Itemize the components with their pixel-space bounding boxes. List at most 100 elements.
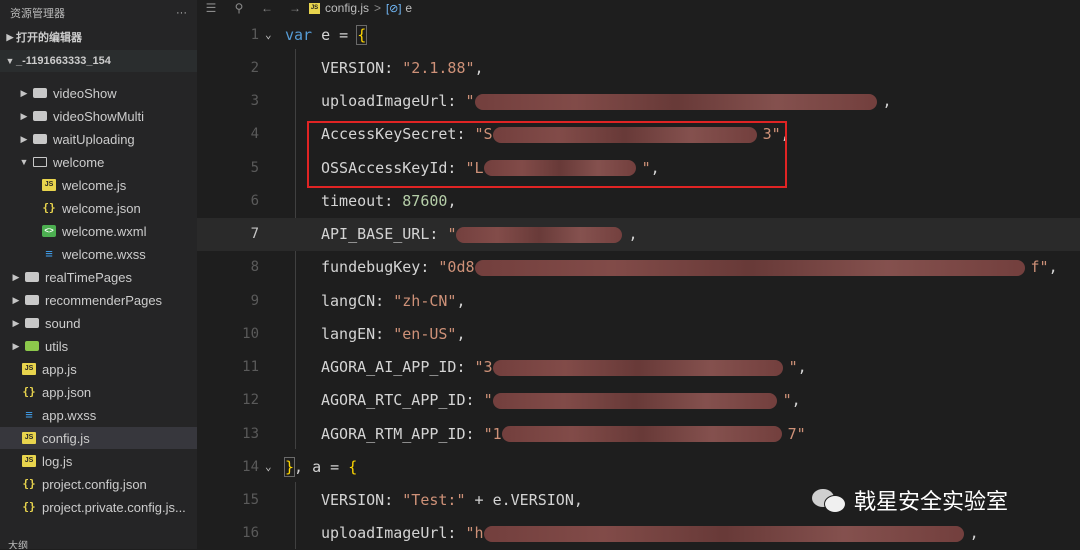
tree-item[interactable]: JS config.js (0, 427, 197, 449)
tree-item[interactable]: ▶ sound (0, 312, 197, 334)
fold-chevron-icon[interactable]: ⌄ (265, 28, 272, 41)
outline-label: 大纲 (8, 541, 28, 549)
code-line[interactable]: 14 ⌄}, a = { (197, 450, 1080, 483)
code-editor[interactable]: 1 ⌄ var e = {2 VERSION: "2.1.88", 3 uploadIma… (197, 16, 1080, 549)
tree-item[interactable]: ▶ videoShowMulti (0, 105, 197, 127)
back-arrow-icon[interactable]: ← (253, 1, 281, 15)
forward-arrow-icon[interactable]: → (281, 1, 309, 15)
tree-item[interactable]: JS welcome.js (0, 174, 197, 196)
tree-item[interactable]: ≡ app.wxss (0, 404, 197, 426)
outline-section[interactable]: 大纲 (0, 537, 197, 549)
punctuation: , (456, 324, 466, 343)
breadcrumb-file[interactable]: config.js (325, 1, 369, 15)
tree-item[interactable]: ▼ welcome (0, 151, 197, 173)
line-number: 1 (250, 26, 259, 43)
tree-item[interactable]: JS app.js (0, 358, 197, 380)
property-key: API_BASE_URL: (321, 225, 448, 243)
line-number: 11 (242, 359, 259, 375)
wxss-file-icon: ≡ (45, 246, 53, 261)
line-number: 3 (250, 93, 259, 109)
tree-item[interactable]: {} project.config.json (0, 473, 197, 495)
code-line[interactable]: 7 API_BASE_URL: ", (197, 217, 1080, 251)
watermark: 戟星安全实验室 (812, 480, 1008, 520)
tree-item-label: waitUploading (53, 131, 135, 147)
tree-item[interactable]: ▶ waitUploading (0, 128, 197, 150)
tree-item-label: welcome.json (62, 200, 141, 216)
tree-item[interactable]: ≡ welcome.wxss (0, 243, 197, 265)
tree-item[interactable]: JS log.js (0, 450, 197, 472)
line-number: 4 (250, 126, 259, 143)
property-key: VERSION: (321, 58, 403, 77)
code-line[interactable]: 9 langCN: "zh-CN", (197, 284, 1080, 317)
property-value: " (465, 92, 475, 110)
tree-item-label: project.private.config.js... (42, 499, 186, 515)
code-line[interactable]: 10 langEN: "en-US", (197, 317, 1080, 350)
line-number: 16 (242, 525, 259, 542)
tree-item-label: welcome (53, 154, 105, 170)
keyword: var (285, 25, 313, 44)
property-value: "Test:" (402, 491, 466, 509)
tree-item[interactable]: ▶ recommenderPages (0, 289, 197, 311)
tree-item[interactable]: ▶ realTimePages (0, 266, 197, 288)
tree-item-label: app.json (42, 384, 92, 400)
code-text: }, a = { (283, 456, 357, 477)
tree-item[interactable]: {} project.private.config.js... (0, 496, 197, 518)
property-value-end: " (782, 391, 792, 410)
line-number: 13 (242, 425, 259, 442)
brace: { (356, 24, 368, 45)
redaction-blur (483, 525, 964, 542)
redaction-blur (474, 93, 877, 110)
list-icon[interactable]: ☰ (197, 1, 225, 15)
code-line[interactable]: 6 timeout: 87600, (197, 184, 1080, 217)
code-line[interactable]: 2 VERSION: "2.1.88", (197, 51, 1080, 84)
chevron-down-icon: ▼ (19, 157, 29, 167)
property-key: AGORA_RTM_APP_ID: (321, 424, 484, 443)
more-actions-icon[interactable]: ··· (176, 7, 187, 19)
chevron-right-icon: ▶ (12, 294, 20, 305)
project-root[interactable]: ▼ _-1191663333_154 (0, 50, 197, 72)
tree-item-label: app.wxss (42, 407, 97, 423)
tree-item-label: project.config.json (42, 476, 147, 492)
wxml-file-icon: <> (42, 225, 56, 237)
line-number: 9 (250, 292, 259, 309)
tree-item[interactable]: {} welcome.json (0, 197, 197, 219)
open-editors-section[interactable]: ▶ 打开的编辑器 (0, 26, 197, 48)
tree-item-label: welcome.js (62, 177, 127, 193)
bookmark-icon[interactable]: ⚲ (225, 1, 253, 15)
tree-item-label: utils (45, 338, 69, 354)
wxss-file-icon: ≡ (25, 407, 33, 422)
chevron-right-icon: ▶ (20, 110, 28, 121)
breadcrumb-symbol[interactable]: e (405, 1, 412, 15)
tree-item-label: welcome.wxml (62, 223, 147, 239)
punctuation: , (882, 92, 892, 110)
chevron-down-icon: ▼ (5, 56, 15, 66)
json-file-icon: {} (22, 500, 36, 513)
property-value: "1 (483, 424, 502, 443)
folder-open-icon (33, 157, 47, 167)
json-file-icon: {} (42, 201, 56, 214)
tree-item[interactable]: <> welcome.wxml (0, 220, 197, 242)
tree-item-label: app.js (42, 361, 77, 377)
property-value: 87600 (402, 191, 448, 210)
chevron-right-icon: ▶ (6, 31, 14, 42)
chevron-right-icon: ▶ (12, 271, 20, 282)
brace: } (283, 456, 296, 477)
js-file-icon: JS (22, 363, 36, 375)
line-number: 10 (242, 325, 259, 342)
project-label: _-1191663333_154 (16, 55, 111, 67)
fold-chevron-icon[interactable]: ⌄ (265, 460, 272, 473)
tree-item[interactable]: {} app.json (0, 381, 197, 403)
property-value-end: f" (1030, 258, 1049, 277)
tree-item[interactable]: ▶ utils (0, 335, 197, 357)
tree-item[interactable]: ▶ videoShow (0, 82, 197, 104)
folder-icon (33, 111, 47, 121)
code-line[interactable]: 1 ⌄ var e = { (197, 18, 1080, 51)
line-number: 5 (250, 159, 259, 176)
tree-item-label: config.js (42, 430, 90, 446)
js-file-icon: JS (22, 432, 36, 444)
property-value: " (483, 391, 493, 410)
breadcrumb[interactable]: JS config.js > [⊘] e (309, 1, 412, 15)
folder-icon (33, 134, 47, 144)
redaction-blur (501, 426, 782, 442)
punctuation: + e.VERSION, (465, 491, 583, 509)
